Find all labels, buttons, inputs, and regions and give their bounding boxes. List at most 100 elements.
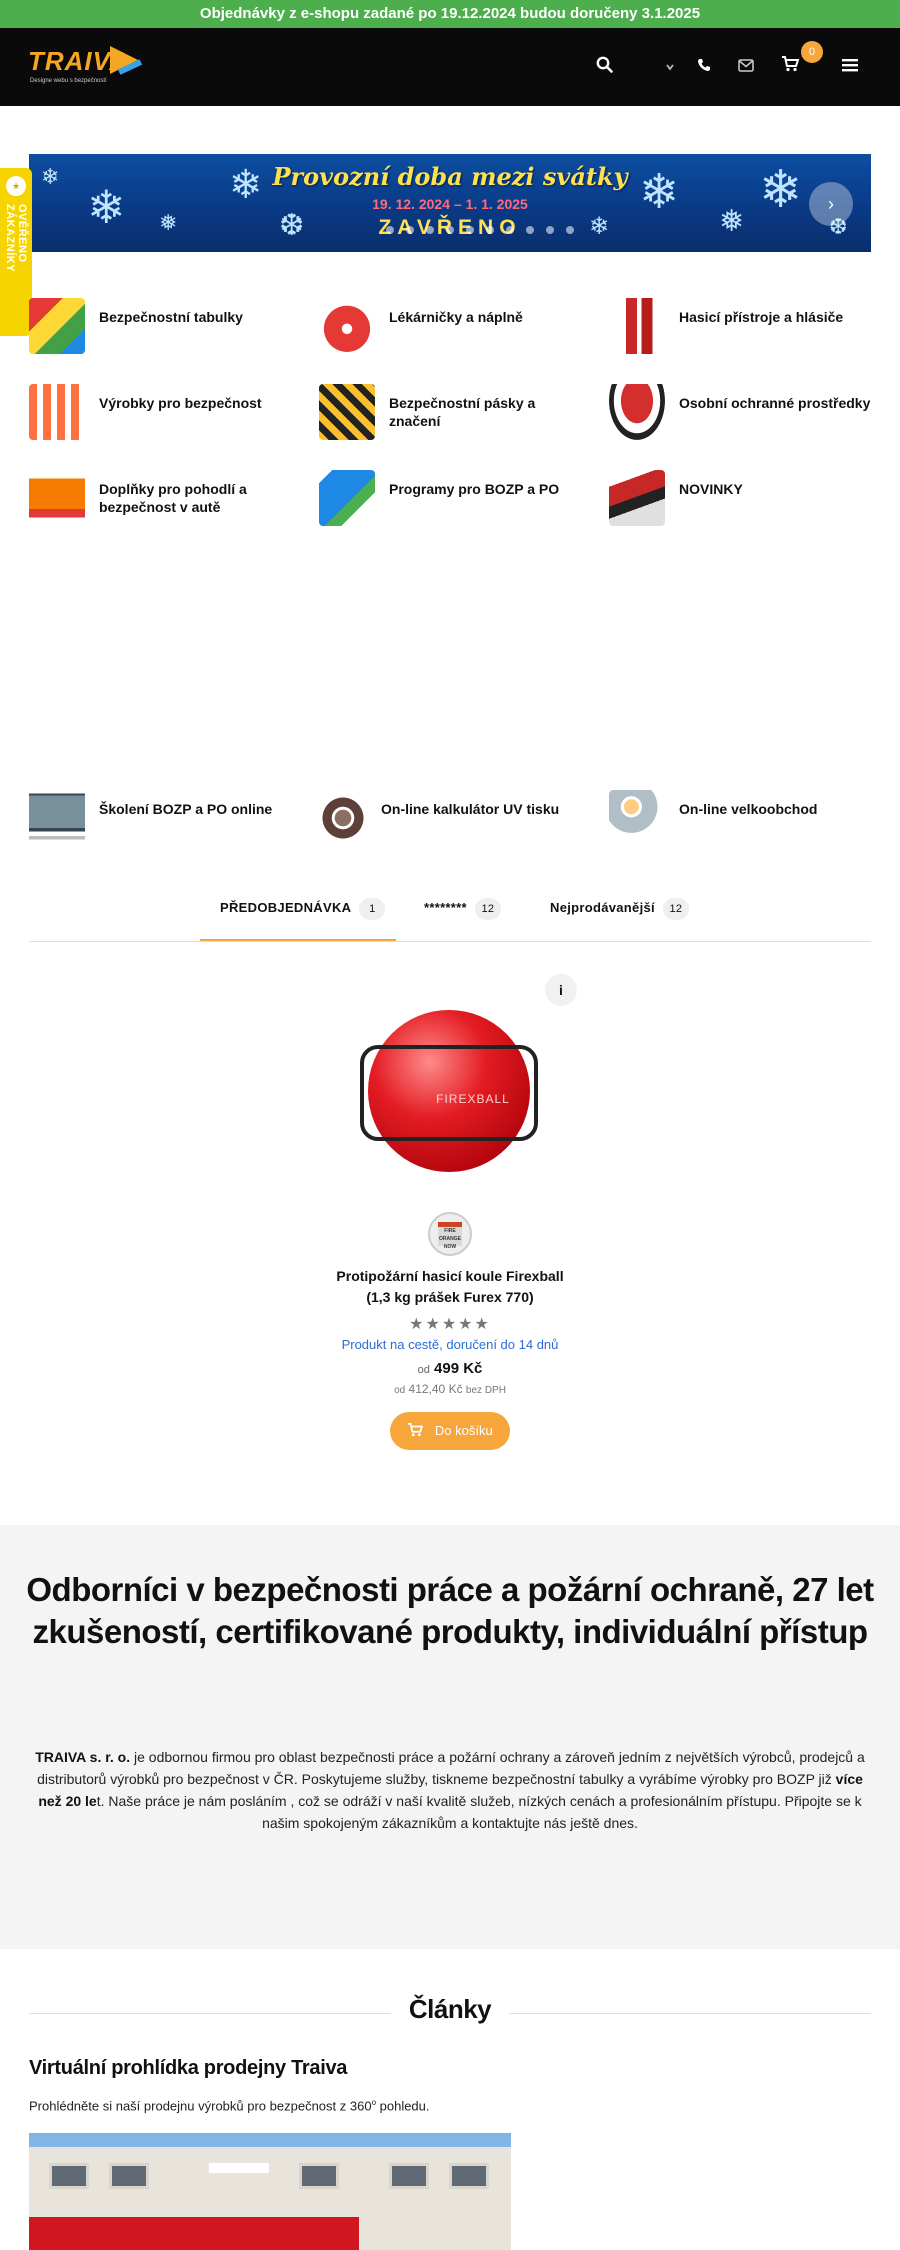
first-aid-kit-icon [319, 298, 375, 354]
category-label: On-line velkoobchod [679, 801, 818, 817]
logo-subtitle: Designe webu s bezpečností [30, 78, 107, 84]
tab-count: 1 [359, 898, 386, 920]
brand-logo[interactable]: FIRE ORANGE NOW [428, 1212, 472, 1256]
category-ppe[interactable]: Osobní ochranné prostředky [609, 384, 871, 444]
category-safety-products[interactable]: Výrobky pro bezpečnost [29, 384, 289, 444]
about-section: Odborníci v bezpečnosti práce a požární … [0, 1525, 900, 1949]
carousel-dot[interactable] [406, 226, 414, 234]
logo[interactable]: TRAIVA Designe webu s bezpečností [28, 42, 143, 90]
chevron-down-icon[interactable] [658, 56, 682, 78]
banner-dates: 19. 12. 2024 – 1. 1. 2025 [372, 196, 528, 212]
category-label: Školení BOZP a PO online [99, 801, 273, 817]
tab-count: 12 [474, 898, 501, 920]
safety-vest-icon [29, 470, 85, 526]
price2-suffix: bez DPH [465, 1385, 506, 1396]
wholesale-person-icon [609, 790, 665, 846]
carousel-dot[interactable] [386, 226, 394, 234]
window [389, 2163, 429, 2189]
price2-prefix: od [394, 1385, 406, 1396]
carousel-dot[interactable] [566, 226, 574, 234]
brand-logo-text: FIRE ORANGE NOW [438, 1222, 462, 1250]
phone-icon[interactable] [692, 56, 716, 78]
window [109, 2163, 149, 2189]
category-fire-extinguishers[interactable]: Hasicí přístroje a hlásiče [609, 298, 871, 358]
menu-icon[interactable] [838, 56, 862, 78]
carousel-dot[interactable] [466, 226, 474, 234]
product-name-line1: Protipožární hasicí koule Firexball [336, 1268, 564, 1284]
price-prefix: od [417, 1364, 430, 1376]
window [299, 2163, 339, 2189]
category-uv-calculator[interactable]: On-line kalkulátor UV tisku [319, 790, 579, 850]
product-name[interactable]: Protipožární hasicí koule Firexball (1,3… [290, 1266, 610, 1308]
carousel-dot[interactable] [426, 226, 434, 234]
price-with-vat: od 499 Kč [290, 1360, 610, 1377]
article-description: Prohlédněte si naší prodejnu výrobků pro… [29, 2098, 430, 2113]
category-label: Lékárničky a náplně [389, 309, 523, 325]
about-text-part2: t. Naše práce je nám posláním , což se o… [96, 1793, 862, 1831]
window [449, 2163, 489, 2189]
category-wholesale[interactable]: On-line velkoobchod [609, 790, 871, 850]
carousel-dot[interactable] [546, 226, 554, 234]
price-value: 499 Kč [434, 1360, 483, 1377]
about-text-part1: je odbornou firmou pro oblast bezpečnost… [37, 1749, 865, 1787]
category-label: Programy pro BOZP a PO [389, 481, 560, 497]
price2-value: 412,40 Kč [408, 1382, 463, 1396]
search-icon[interactable] [592, 56, 616, 79]
about-title: Odborníci v bezpečnosti práce a požární … [26, 1571, 874, 1650]
carousel-next-button[interactable]: › [809, 182, 853, 226]
category-label: On-line kalkulátor UV tisku [381, 801, 560, 817]
articles-heading: Články [408, 1994, 492, 2024]
article-desc-text: Prohlédněte si naší prodejnu výrobků pro… [29, 2098, 372, 2114]
tab-bestsellers[interactable]: Nejprodávanější 12 [540, 898, 710, 941]
category-first-aid[interactable]: Lékárničky a náplně [319, 298, 579, 358]
fire-extinguisher-icon [609, 298, 665, 354]
about-text: TRAIVA s. r. o. je odbornou firmou pro o… [30, 1746, 870, 1834]
article-image[interactable] [29, 2133, 511, 2250]
article-title[interactable]: Virtuální prohlídka prodejny Traiva [29, 2057, 347, 2080]
company-name: TRAIVA s. r. o. [35, 1749, 131, 1765]
carousel-dots[interactable] [386, 221, 586, 239]
category-label: Osobní ochranné prostředky [679, 395, 871, 411]
site-header: TRAIVA Designe webu s bezpečností [0, 28, 900, 106]
rating-stars: ★★★★★ [409, 1316, 491, 1333]
verified-customers-label: OVĚŘENO ZÁKAZNÍKY [4, 204, 28, 273]
carousel-dot[interactable] [526, 226, 534, 234]
computer-monitor-icon [29, 790, 85, 846]
add-to-cart-button[interactable]: Do košíku [390, 1412, 510, 1450]
category-car-accessories[interactable]: Doplňky pro pohodlí a bezpečnost v autě [29, 470, 289, 530]
mail-icon[interactable] [734, 56, 758, 78]
safety-barrier-icon [29, 384, 85, 440]
safety-signs-icon [29, 298, 85, 354]
category-safety-tapes[interactable]: Bezpečnostní pásky a značení [319, 384, 579, 444]
tab-label: Nejprodávanější [550, 900, 655, 915]
hero-banner[interactable]: ❄ ❄ ❅ ❄ ❆ ❄ ❄ ❅ ❄ ❆ Provozní doba mezi s… [29, 154, 871, 252]
availability-status: Produkt na cestě, doručení do 14 dnů [341, 1337, 559, 1352]
hard-hat-icon [609, 384, 665, 440]
product-image[interactable]: FIREXBALL [344, 990, 556, 1202]
category-label: Bezpečnostní pásky a značení [389, 395, 536, 429]
tab-hidden[interactable]: ******** 12 [412, 898, 522, 941]
carousel-dot[interactable] [506, 226, 514, 234]
category-online-training[interactable]: Školení BOZP a PO online [29, 790, 289, 850]
price-without-vat: od 412,40 Kč bez DPH [290, 1382, 610, 1396]
product-name-line2: (1,3 kg prášek Furex 770) [366, 1289, 534, 1305]
shop-building-image [29, 2147, 511, 2250]
cart-icon [407, 1423, 435, 1438]
window [49, 2163, 89, 2189]
tab-label: PŘEDOBJEDNÁVKA [220, 900, 352, 915]
news-icon [609, 470, 665, 526]
category-label: Výrobky pro bezpečnost [99, 395, 262, 411]
tab-count: 12 [662, 898, 689, 920]
cart-icon[interactable] [778, 56, 802, 78]
category-safety-signs[interactable]: Bezpečnostní tabulky [29, 298, 289, 358]
product-card[interactable]: i FIREXBALL FIRE ORANGE NOW Protipožární… [290, 970, 610, 1460]
category-label: Doplňky pro pohodlí a bezpečnost v autě [99, 481, 247, 515]
category-software[interactable]: Programy pro BOZP a PO [319, 470, 579, 530]
carousel-dot[interactable] [446, 226, 454, 234]
carousel-dot[interactable] [486, 226, 494, 234]
verified-customers-tab[interactable]: ★ OVĚŘENO ZÁKAZNÍKY [0, 168, 32, 336]
category-news[interactable]: NOVINKY [609, 470, 871, 530]
tab-preorder[interactable]: PŘEDOBJEDNÁVKA 1 [200, 898, 396, 941]
shop-sign [209, 2163, 269, 2173]
category-label: NOVINKY [679, 481, 743, 497]
